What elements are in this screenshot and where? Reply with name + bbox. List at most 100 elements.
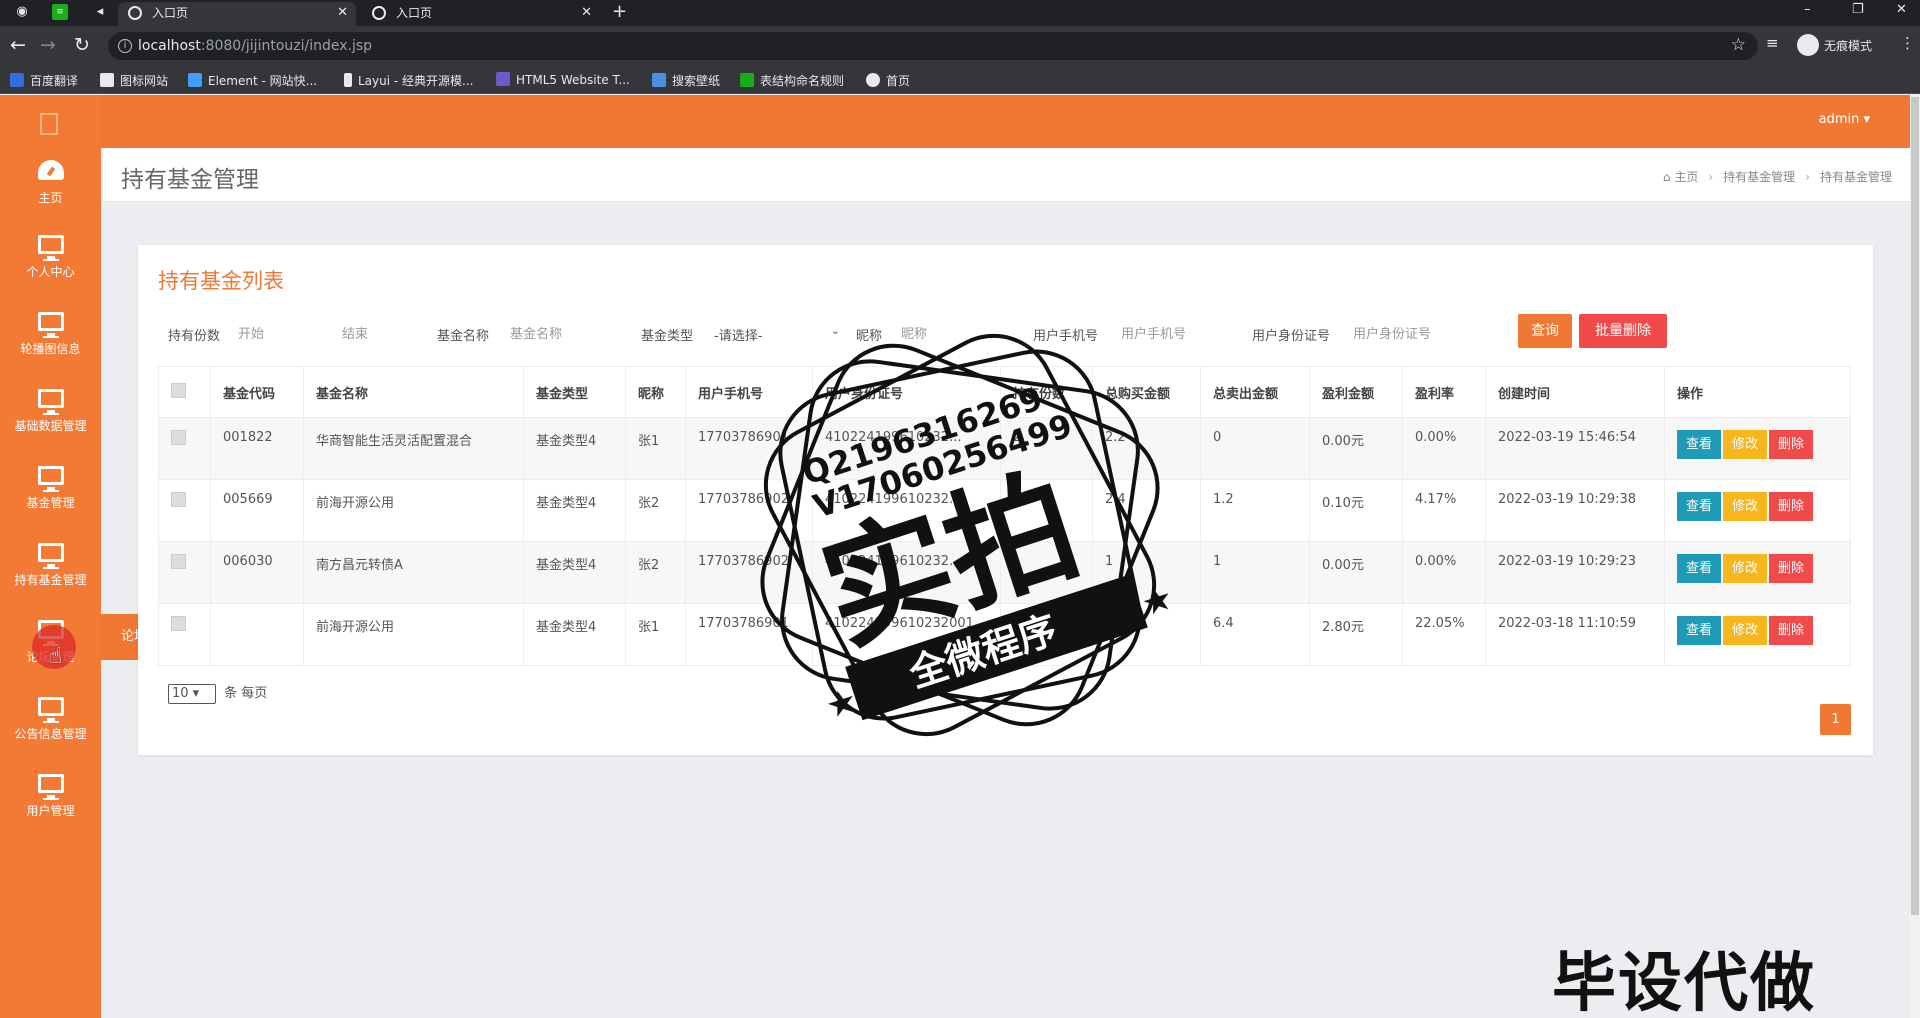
select-all-checkbox[interactable] bbox=[171, 382, 186, 398]
page-size-select[interactable]: 10 ▾ bbox=[168, 684, 216, 704]
column-header[interactable]: 盈利金额 bbox=[1309, 366, 1403, 418]
bookmark-item[interactable]: 表结构命名规则 bbox=[740, 72, 844, 89]
sidebar-item-label: 公告信息管理 bbox=[14, 727, 87, 741]
delete-button[interactable]: 删除 bbox=[1769, 616, 1814, 645]
user-menu[interactable]: admin ▾ bbox=[1819, 112, 1870, 127]
edit-button[interactable]: 修改 bbox=[1723, 554, 1768, 583]
row-checkbox[interactable] bbox=[171, 430, 186, 445]
sidebar-item-users[interactable]: 用户管理 bbox=[0, 774, 101, 844]
row-checkbox[interactable] bbox=[171, 554, 186, 569]
minimize-button[interactable]: – bbox=[1804, 0, 1811, 20]
sidebar: 主页 个人中心 轮播图信息 基础数据管理 基金管理 持有基金管理 论坛管理 公告… bbox=[0, 95, 101, 1018]
sidebar-item-holding[interactable]: 持有基金管理 bbox=[0, 543, 101, 613]
view-button[interactable]: 查看 bbox=[1677, 492, 1722, 521]
sidebar-item-label: 持有基金管理 bbox=[14, 573, 87, 587]
sidebar-item-carousel[interactable]: 轮播图信息 bbox=[0, 312, 101, 382]
info-icon[interactable]: i bbox=[118, 39, 132, 53]
chrome-menu-icon[interactable]: ◉ bbox=[14, 4, 30, 20]
close-tab-icon[interactable]: ✕ bbox=[337, 2, 348, 24]
edit-button[interactable]: 修改 bbox=[1723, 616, 1768, 645]
cell-sell: 0 bbox=[1200, 417, 1310, 480]
reading-list-icon[interactable]: ≡ bbox=[1766, 34, 1779, 52]
tab-entry-2[interactable]: 入口页 ✕ bbox=[362, 2, 600, 26]
bookmark-item[interactable]: 图标网站 bbox=[100, 72, 168, 89]
cell-rate: 0.00% bbox=[1402, 417, 1486, 480]
page-title: 持有基金管理 bbox=[121, 167, 259, 193]
bookmark-item[interactable]: 搜索壁纸 bbox=[652, 72, 720, 89]
pagination-current-page[interactable]: 1 bbox=[1820, 704, 1851, 735]
tab-entry-1[interactable]: 入口页 ✕ bbox=[118, 2, 356, 26]
view-button[interactable]: 查看 bbox=[1677, 616, 1722, 645]
bookmark-item[interactable]: 百度翻译 bbox=[10, 72, 78, 89]
bookmark-item[interactable]: Layui - 经典开源模... bbox=[344, 72, 473, 89]
column-header[interactable]: 昵称 bbox=[625, 366, 686, 418]
holding-start-input[interactable] bbox=[230, 319, 320, 349]
sidebar-item-notice[interactable]: 公告信息管理 bbox=[0, 697, 101, 767]
bookmarks-bar: 百度翻译 图标网站 Element - 网站快... Layui - 经典开源模… bbox=[0, 66, 1920, 94]
more-menu-icon[interactable]: ⋮ bbox=[1900, 34, 1915, 52]
column-header[interactable]: 盈利率 bbox=[1402, 366, 1486, 418]
view-button[interactable]: 查看 bbox=[1677, 554, 1722, 583]
breadcrumb-home[interactable]: 主页 bbox=[1674, 170, 1698, 184]
bulk-delete-button[interactable]: 批量删除 bbox=[1579, 314, 1667, 348]
view-button[interactable]: 查看 bbox=[1677, 430, 1722, 459]
back-icon[interactable]: ← bbox=[10, 34, 26, 56]
pinned-tab-icon[interactable]: ≡ bbox=[52, 4, 68, 20]
edit-button[interactable]: 修改 bbox=[1723, 430, 1768, 459]
breadcrumb-item[interactable]: 持有基金管理 bbox=[1723, 170, 1795, 184]
cell-nick: 张1 bbox=[625, 603, 686, 666]
close-window-button[interactable]: ✕ bbox=[1896, 0, 1907, 20]
sidebar-item-fund[interactable]: 基金管理 bbox=[0, 466, 101, 536]
column-header[interactable]: 基金代码 bbox=[210, 366, 304, 418]
column-header: 操作 bbox=[1664, 366, 1851, 418]
fund-name-input[interactable] bbox=[502, 319, 612, 349]
incognito-icon[interactable] bbox=[1797, 34, 1819, 56]
sidebar-item-label: 用户管理 bbox=[26, 804, 75, 818]
breadcrumb: ⌂ 主页 › 持有基金管理 › 持有基金管理 bbox=[1662, 170, 1892, 184]
idcard-label: 用户身份证号 bbox=[1252, 329, 1331, 344]
restore-button[interactable]: ❐ bbox=[1852, 0, 1864, 20]
cell-actions: 查看 修改 删除 bbox=[1664, 603, 1851, 666]
bookmark-item[interactable]: 首页 bbox=[866, 72, 910, 89]
page-scrollbar[interactable] bbox=[1910, 95, 1920, 1018]
hand-cursor-icon: ☝ bbox=[49, 644, 63, 669]
row-select-cell bbox=[158, 479, 211, 542]
bookmark-item[interactable]: Element - 网站快... bbox=[188, 72, 317, 89]
delete-button[interactable]: 删除 bbox=[1769, 492, 1814, 521]
forward-icon[interactable]: → bbox=[40, 34, 56, 56]
cell-code: 005669 bbox=[210, 479, 304, 542]
mute-icon[interactable]: ◂ bbox=[92, 4, 108, 20]
column-header[interactable]: 基金名称 bbox=[303, 366, 524, 418]
reload-icon[interactable]: ↻ bbox=[74, 34, 90, 56]
holding-end-input[interactable] bbox=[334, 319, 424, 349]
close-tab-icon[interactable]: ✕ bbox=[581, 2, 592, 24]
edit-button[interactable]: 修改 bbox=[1723, 492, 1768, 521]
cell-sell: 1 bbox=[1200, 541, 1310, 604]
sidebar-item-basedata[interactable]: 基础数据管理 bbox=[0, 389, 101, 459]
bookmark-item[interactable]: HTML5 Website T... bbox=[496, 72, 630, 87]
app-topbar: admin ▾ bbox=[0, 95, 1910, 148]
scrollbar-thumb[interactable] bbox=[1911, 97, 1919, 915]
sidebar-item-home[interactable]: 主页 bbox=[0, 160, 101, 230]
row-checkbox[interactable] bbox=[171, 616, 186, 631]
idcard-input[interactable] bbox=[1345, 319, 1475, 349]
column-header[interactable]: 创建时间 bbox=[1485, 366, 1665, 418]
new-tab-button[interactable]: + bbox=[612, 0, 627, 24]
sidebar-item-personal[interactable]: 个人中心 bbox=[0, 235, 101, 305]
incognito-label: 无痕模式 bbox=[1824, 39, 1873, 53]
row-select-cell bbox=[158, 603, 211, 666]
cell-name: 前海开源公用 bbox=[303, 479, 524, 542]
bookmark-star-icon[interactable]: ☆ bbox=[1731, 35, 1746, 55]
row-checkbox[interactable] bbox=[171, 492, 186, 507]
search-button[interactable]: 查询 bbox=[1518, 314, 1572, 348]
delete-button[interactable]: 删除 bbox=[1769, 430, 1814, 459]
cell-rate: 4.17% bbox=[1402, 479, 1486, 542]
column-header[interactable]: 总卖出金额 bbox=[1200, 366, 1310, 418]
delete-button[interactable]: 删除 bbox=[1769, 554, 1814, 583]
column-header[interactable]: 基金类型 bbox=[523, 366, 626, 418]
cell-code bbox=[210, 603, 304, 666]
cell-type: 基金类型4 bbox=[523, 603, 626, 666]
sidebar-item-label: 轮播图信息 bbox=[20, 342, 81, 356]
address-bar[interactable]: i localhost:8080/jijintouzi/index.jsp ☆ bbox=[108, 32, 1758, 60]
cell-actions: 查看 修改 删除 bbox=[1664, 479, 1851, 542]
